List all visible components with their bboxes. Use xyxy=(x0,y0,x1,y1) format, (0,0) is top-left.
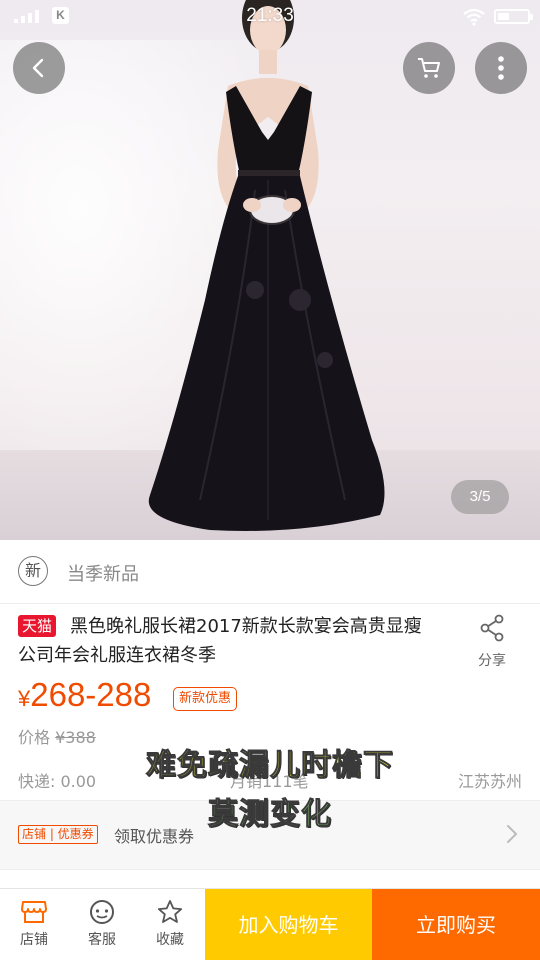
subtitle-line-2: 莫测变化 xyxy=(208,797,332,833)
add-to-cart-button[interactable]: 加入购物车 xyxy=(205,889,372,960)
wifi-icon xyxy=(463,8,485,26)
favorite-tab-label: 收藏 xyxy=(156,932,184,948)
season-label: 当季新品 xyxy=(67,564,139,585)
star-icon xyxy=(157,900,183,923)
status-time: 21:33 xyxy=(246,5,294,26)
more-options-button[interactable] xyxy=(475,42,527,94)
share-button[interactable]: 分享 xyxy=(470,614,514,670)
bottom-action-bar: 店铺 客服 收藏 加入购物车 立即购买 xyxy=(0,888,540,960)
service-tab-label: 客服 xyxy=(88,932,116,948)
store-tab[interactable]: 店铺 xyxy=(0,889,68,960)
price: ¥268-288 xyxy=(18,676,151,714)
cart-icon xyxy=(418,58,440,78)
cart-button[interactable] xyxy=(403,42,455,94)
share-label: 分享 xyxy=(478,653,506,669)
store-icon xyxy=(21,901,47,923)
more-vertical-icon xyxy=(498,56,504,80)
product-title: 黑色晚礼服长裙2017新款长款宴会高贵显瘦公司年会礼服连衣裙冬季 xyxy=(18,616,422,666)
price-range: 268-288 xyxy=(30,676,152,713)
new-badge-icon: 新 xyxy=(18,556,48,586)
chat-icon xyxy=(90,900,114,924)
tmall-badge: 天猫 xyxy=(18,615,57,637)
favorite-tab[interactable]: 收藏 xyxy=(136,889,204,960)
battery-icon xyxy=(494,9,533,24)
share-icon xyxy=(480,614,504,642)
back-button[interactable] xyxy=(13,42,65,94)
customer-service-tab[interactable]: 客服 xyxy=(68,889,136,960)
product-image[interactable] xyxy=(0,0,540,540)
store-tab-label: 店铺 xyxy=(20,932,48,948)
subtitle-line-1: 难免疏漏儿时檐下 xyxy=(146,748,394,784)
status-bar: K 21:33 xyxy=(0,0,540,34)
buy-now-button[interactable]: 立即购买 xyxy=(372,889,540,960)
price-currency: ¥ xyxy=(18,686,31,711)
dress-illustration xyxy=(148,0,385,531)
chevron-left-icon xyxy=(32,58,44,78)
image-counter: 3/5 xyxy=(451,480,509,514)
battery-level xyxy=(498,13,509,20)
promo-badge: 新款优惠 xyxy=(173,687,238,711)
